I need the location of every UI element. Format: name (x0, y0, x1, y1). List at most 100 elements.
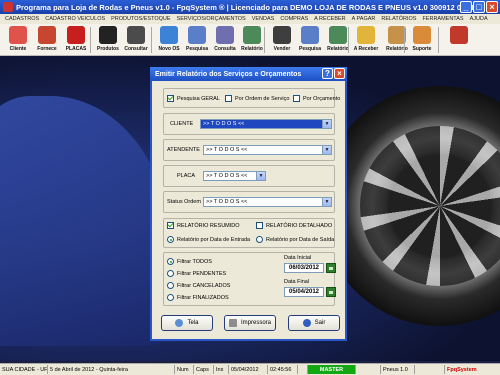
chevron-down-icon[interactable]: ▼ (256, 172, 265, 180)
data-final-input[interactable]: 05/04/2012 (284, 287, 324, 297)
filter-finalizados[interactable]: Filtrar FINALIZADOS (167, 294, 229, 301)
filter-cancelados-label: Filtrar CANCELADOS (177, 282, 231, 289)
exit-arrow-icon (302, 319, 311, 327)
impressora-button[interactable]: Impressora (224, 315, 276, 331)
menu-relatorios[interactable]: RELATÓRIOS (378, 16, 419, 22)
radio[interactable] (256, 236, 263, 243)
search-os-icon (188, 26, 206, 44)
menu-a-receber[interactable]: A RECEBER (311, 16, 348, 22)
dialog-close-button[interactable]: × (334, 68, 345, 79)
calendar-icon[interactable] (326, 263, 336, 273)
filter-group: Filtrar TODOS Filtrar PENDENTES Filtrar … (163, 252, 336, 306)
toolbar-separator (90, 27, 91, 53)
filter-cancelados[interactable]: Filtrar CANCELADOS (167, 282, 230, 289)
support-icon (413, 26, 431, 44)
plate-icon (67, 26, 85, 44)
checkbox[interactable] (225, 95, 232, 102)
search-mode-os[interactable]: Por Ordem de Serviço (225, 95, 289, 102)
toolbar-label: Relatório (241, 46, 263, 52)
app-title: Programa para Loja de Rodas e Pneus v1.0… (16, 2, 482, 12)
chevron-down-icon[interactable]: ▼ (322, 120, 331, 128)
sair-button-label: Sair (314, 320, 326, 326)
toolbar-label: Consultar (124, 46, 148, 52)
menu-a-pagar[interactable]: A PAGAR (349, 16, 379, 22)
data-inicial-label: Data Inicial (284, 255, 312, 261)
chevron-down-icon[interactable]: ▼ (322, 146, 331, 154)
toolbar-separator (348, 27, 349, 53)
date-basis-entrada[interactable]: Relatório por Data de Entrada (167, 236, 250, 243)
filter-pendentes[interactable]: Filtrar PENDENTES (167, 270, 226, 277)
toolbar-button-pesquisa[interactable]: Pesquisa (296, 25, 324, 55)
menu-compras[interactable]: COMPRAS (277, 16, 311, 22)
cliente-value: >> T O D O S << (203, 121, 245, 127)
atendente-select[interactable]: >> T O D O S << ▼ (203, 145, 332, 155)
tela-button[interactable]: Tela (161, 315, 213, 331)
toolbar-button-vender[interactable]: Vender (268, 25, 296, 55)
chevron-down-icon[interactable]: ▼ (322, 198, 331, 206)
toolbar-label: Cliente (9, 46, 27, 52)
radio[interactable] (167, 270, 174, 277)
status-date: 05/04/2012 (229, 365, 268, 374)
toolbar-button-suporte[interactable]: Suporte (408, 25, 436, 55)
toolbar-button-a-receber[interactable]: A Receber (352, 25, 380, 55)
toolbar-button-relatório[interactable]: Relatório (238, 25, 266, 55)
radio[interactable] (167, 282, 174, 289)
sell-icon (273, 26, 291, 44)
date-basis-saida[interactable]: Relatório por Data de Saída (256, 236, 334, 243)
checkbox[interactable] (293, 95, 300, 102)
radio[interactable] (167, 236, 174, 243)
impressora-button-label: Impressora (240, 320, 271, 326)
toolbar-button-consultar[interactable]: Consultar (122, 25, 150, 55)
minimize-button[interactable]: _ (460, 1, 472, 13)
toolbar-button-fornece[interactable]: Fornece (33, 25, 61, 55)
filter-todos-label: Filtrar TODOS (177, 258, 212, 265)
menu-cadastro-veiculos[interactable]: CADASTRO VEICULOS (42, 16, 108, 22)
menu-vendas[interactable]: VENDAS (249, 16, 278, 22)
supplier-icon (38, 26, 56, 44)
toolbar: Cliente Fornece PLACAS Produtos Consultar Nov… (0, 24, 500, 56)
help-button[interactable]: ? (322, 68, 333, 79)
toolbar-button-novo-os[interactable]: Novo OS (155, 25, 183, 55)
toolbar-button-relatório[interactable]: Relatório (383, 25, 411, 55)
report-detalhado[interactable]: RELATÓRIO DETALHADO (256, 222, 332, 229)
placa-label: PLACA (177, 173, 196, 179)
maximize-button[interactable]: □ (473, 1, 485, 13)
radio[interactable] (167, 294, 174, 301)
cliente-group: CLIENTE >> T O D O S << ▼ (163, 113, 335, 135)
checkbox[interactable] (167, 222, 174, 229)
printer-icon (228, 319, 237, 327)
toolbar-label: PLACAS (65, 46, 87, 52)
radio[interactable] (167, 258, 174, 265)
receivable-icon (357, 26, 375, 44)
toolbar-button-cliente[interactable]: Cliente (4, 25, 32, 55)
search-mode-geral[interactable]: Pesquisa GERAL (167, 95, 220, 102)
placa-select[interactable]: >> T O D O S << ▼ (203, 171, 266, 181)
screen-icon (175, 319, 184, 327)
toolbar-button-consulta[interactable]: Consulta (211, 25, 239, 55)
close-button[interactable]: × (486, 1, 498, 13)
menu-ajuda[interactable]: AJUDA (467, 16, 491, 22)
toolbar-button-pesquisa[interactable]: Pesquisa (183, 25, 211, 55)
status-version: Pneus 1.0 (381, 365, 415, 374)
cliente-select[interactable]: >> T O D O S << ▼ (200, 119, 332, 129)
menu-servicos-orcamentos[interactable]: SERVIÇOS/ORÇAMENTOS (174, 16, 249, 22)
menu-cadastros[interactable]: CADASTROS (2, 16, 42, 22)
toolbar-button-placas[interactable]: PLACAS (62, 25, 90, 55)
sair-button[interactable]: Sair (288, 315, 340, 331)
checkbox[interactable] (256, 222, 263, 229)
toolbar-button-produtos[interactable]: Produtos (94, 25, 122, 55)
menu-ferramentas[interactable]: FERRAMENTAS (419, 16, 466, 22)
car-body (0, 96, 170, 346)
menu-produtos-estoque[interactable]: PRODUTOS/ESTOQUE (108, 16, 173, 22)
filter-todos[interactable]: Filtrar TODOS (167, 258, 212, 265)
checkbox[interactable] (167, 95, 174, 102)
atendente-group: ATENDENTE >> T O D O S << ▼ (163, 139, 335, 161)
calendar-icon[interactable] (326, 287, 336, 297)
data-inicial-input[interactable]: 06/03/2012 (284, 263, 324, 273)
search-mode-os-label: Por Ordem de Serviço (235, 95, 290, 102)
report-resumido[interactable]: RELATÓRIO RESUMIDO (167, 222, 240, 229)
search-mode-orcamento[interactable]: Por Orçamento (293, 95, 340, 102)
status-ordem-select[interactable]: >> T O D O S << ▼ (203, 197, 332, 207)
filter-finalizados-label: Filtrar FINALIZADOS (177, 294, 229, 301)
toolbar-button-exit[interactable] (445, 25, 473, 55)
